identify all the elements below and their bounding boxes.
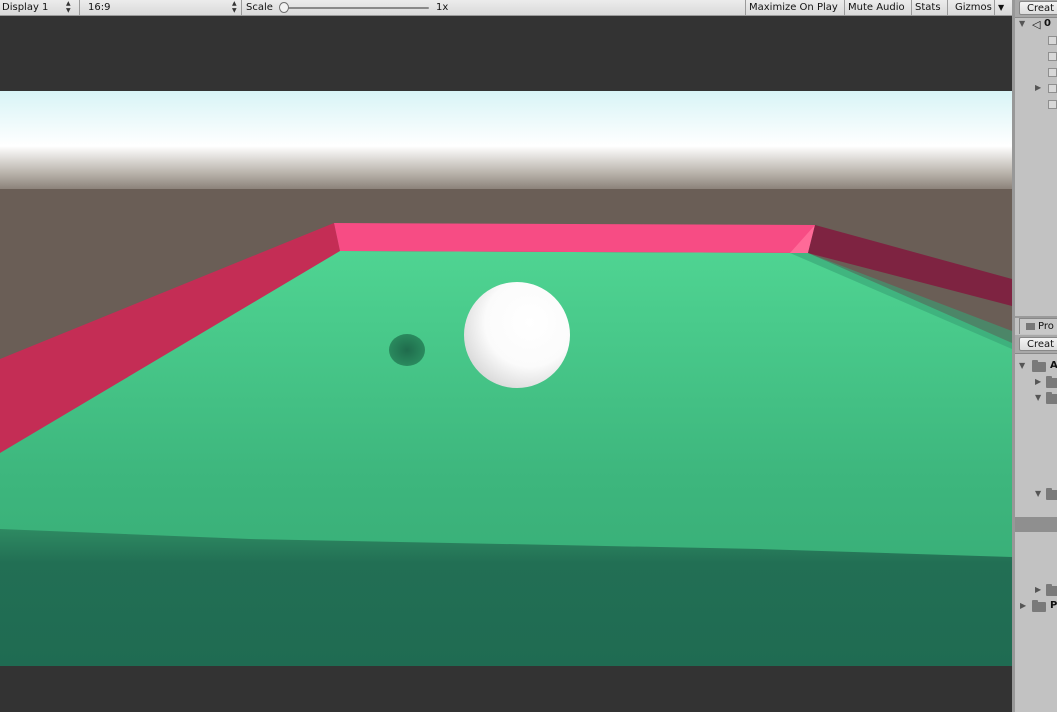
- gameobject-cube-icon: [1048, 52, 1057, 61]
- aspect-dropdown-arrows-icon: ▲ ▼: [232, 0, 237, 14]
- assets-expand-icon[interactable]: ▼: [1019, 361, 1025, 371]
- scale-slider-handle[interactable]: [279, 2, 289, 13]
- packages-folder-label[interactable]: P: [1050, 600, 1057, 612]
- ball: [464, 282, 570, 388]
- folder-icon: [1046, 392, 1057, 404]
- scale-value: 1x: [436, 2, 449, 13]
- gameobject-expand-icon[interactable]: ▶: [1035, 83, 1041, 93]
- display-dropdown[interactable]: Display 1: [2, 0, 48, 15]
- toolbar-separator: [844, 0, 845, 15]
- stats-toggle[interactable]: Stats: [915, 0, 941, 15]
- scene-expand-icon[interactable]: ▼: [1019, 19, 1025, 29]
- project-tab[interactable]: Pro: [1019, 318, 1057, 334]
- folder-icon: [1046, 584, 1057, 596]
- gizmos-toggle[interactable]: Gizmos: [955, 0, 992, 15]
- folder-expand-icon[interactable]: ▼: [1035, 393, 1041, 403]
- unity-scene-icon: ◁: [1032, 18, 1041, 31]
- project-folder-icon: [1026, 322, 1035, 330]
- gizmos-dropdown-arrow-icon[interactable]: ▼: [998, 0, 1004, 15]
- sky: [0, 91, 1012, 201]
- gameobject-cube-icon: [1048, 36, 1057, 45]
- far-wall: [334, 223, 815, 253]
- selected-row[interactable]: [1015, 517, 1057, 532]
- folder-expand-icon[interactable]: ▶: [1035, 377, 1041, 387]
- right-panels: Creat ▼ ◁ 0 ▶ Pro Creat ▼ A ▶ ▼ ▼ ▶ ▶ P: [1015, 0, 1057, 712]
- toolbar-separator: [745, 0, 746, 15]
- scale-slider-track[interactable]: [283, 7, 429, 9]
- packages-folder-icon: [1032, 600, 1046, 612]
- scale-label: Scale: [246, 2, 273, 13]
- hierarchy-create-button[interactable]: Creat: [1019, 1, 1057, 15]
- toolbar-separator: [911, 0, 912, 15]
- toolbar-separator: [947, 0, 948, 15]
- packages-expand-icon[interactable]: ▶: [1020, 601, 1026, 611]
- scene-name[interactable]: 0: [1044, 18, 1051, 30]
- folder-icon: [1046, 376, 1057, 388]
- game-view-toolbar: Display 1 ▲ ▼ 16:9 ▲ ▼ Scale 1x Maximize O…: [0, 0, 1012, 16]
- assets-folder-icon: [1032, 360, 1046, 372]
- aspect-dropdown[interactable]: 16:9: [88, 0, 110, 15]
- assets-folder-label[interactable]: A: [1050, 360, 1057, 372]
- game-viewport[interactable]: [0, 91, 1012, 666]
- ball-shadow: [389, 334, 425, 366]
- gameobject-cube-icon: [1048, 84, 1057, 93]
- project-tab-label: Pro: [1038, 321, 1054, 332]
- mute-audio-toggle[interactable]: Mute Audio: [848, 0, 905, 15]
- toolbar-separator: [79, 0, 80, 15]
- game-view[interactable]: [0, 16, 1012, 712]
- gameobject-cube-icon: [1048, 68, 1057, 77]
- display-dropdown-arrows-icon: ▲ ▼: [66, 0, 71, 14]
- gameobject-cube-icon: [1048, 100, 1057, 109]
- folder-icon: [1046, 488, 1057, 500]
- folder-expand-icon[interactable]: ▶: [1035, 585, 1041, 595]
- toolbar-separator: [241, 0, 242, 15]
- maximize-on-play-toggle[interactable]: Maximize On Play: [749, 0, 838, 15]
- project-create-button[interactable]: Creat: [1019, 337, 1057, 351]
- toolbar-separator: [994, 0, 995, 15]
- folder-expand-icon[interactable]: ▼: [1035, 489, 1041, 499]
